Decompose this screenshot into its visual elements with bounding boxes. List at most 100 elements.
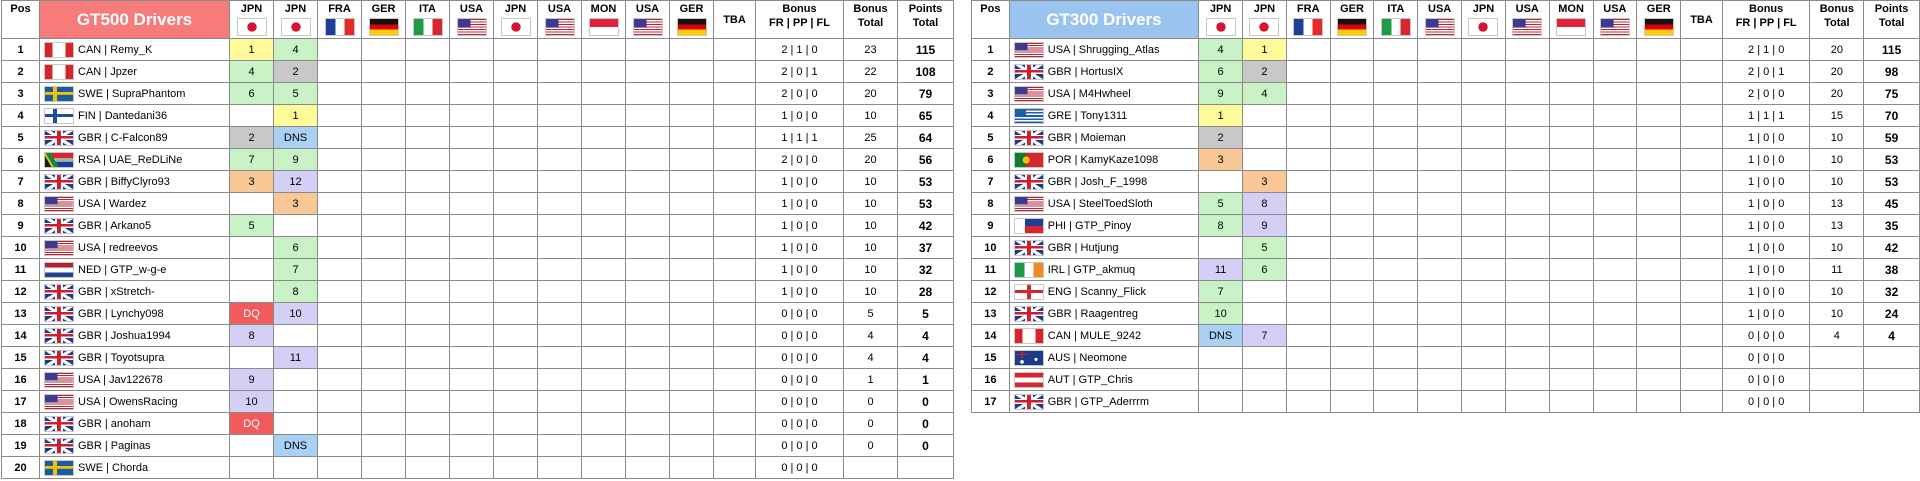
race-result-cell — [317, 324, 362, 347]
race-header-label: GER — [371, 3, 396, 15]
race-result-cell — [361, 170, 406, 193]
table-row: 13 GBR | Raagentreg 10 1 | 0 | 0 10 24 — [971, 302, 1920, 325]
tba-cell — [713, 390, 756, 413]
driver-cell: GBR | GTP_Aderrrm — [1008, 390, 1200, 413]
bonus-cell: 1 | 0 | 0 — [755, 192, 844, 215]
race-result-cell — [537, 126, 582, 149]
position-cell: 20 — [1, 456, 40, 479]
driver-cell: IRL | GTP_akmuq — [1008, 258, 1200, 281]
race-result-cell: 10 — [229, 390, 274, 413]
tba-cell — [713, 126, 756, 149]
tba-cell — [1680, 346, 1723, 369]
race-result-cell — [449, 412, 494, 435]
eng-flag-icon — [1013, 283, 1044, 300]
bonus-total-cell — [1809, 368, 1865, 391]
gbr-flag-icon — [44, 415, 74, 432]
race-result-cell: 4 — [1198, 38, 1243, 61]
driver-name: USA | Shrugging_Atlas — [1047, 43, 1160, 56]
race-result-cell: 8 — [273, 280, 318, 303]
position-cell: 11 — [971, 258, 1010, 281]
position-cell: 13 — [1, 302, 40, 325]
aus-flag-icon — [1013, 349, 1044, 366]
race-result-cell — [317, 236, 362, 259]
race-result-cell — [449, 104, 494, 127]
race-result-cell — [361, 324, 406, 347]
race-header-label: FRA — [1296, 3, 1320, 15]
tba-cell — [713, 258, 756, 281]
points-total-cell — [897, 456, 954, 479]
race-result-cell — [317, 214, 362, 237]
bonus-total-cell: 20 — [1809, 60, 1865, 83]
driver-name: CAN | Jpzer — [78, 65, 138, 78]
tba-cell — [713, 82, 756, 105]
tba-cell — [1680, 258, 1723, 281]
race-result-cell — [1504, 368, 1550, 391]
race-result-cell — [1373, 236, 1419, 259]
bonus-cell: 0 | 0 | 0 — [1721, 368, 1811, 391]
race-result-cell — [1373, 170, 1419, 193]
race-result-cell — [1504, 258, 1550, 281]
race-result-cell — [1329, 126, 1375, 149]
race-result-cell — [1548, 192, 1594, 215]
race-result-cell — [1285, 104, 1331, 127]
race-result-cell — [1461, 346, 1506, 369]
race-result-cell — [1373, 214, 1419, 237]
race-result-cell — [537, 82, 582, 105]
race-result-cell — [581, 192, 626, 215]
tba-cell — [1680, 368, 1723, 391]
race-result-cell — [625, 236, 670, 259]
position-cell: 2 — [971, 60, 1010, 83]
driver-name: POR | KamyKaze1098 — [1047, 153, 1159, 166]
race-result-cell: 6 — [1198, 60, 1243, 83]
tba-cell — [713, 456, 756, 479]
race-result-cell: DQ — [229, 302, 274, 325]
points-total-cell: 53 — [1863, 148, 1920, 171]
bonus-total-cell — [1809, 390, 1865, 413]
table-row: 2 CAN | Jpzer 4 2 2 | 0 | 1 22 108 — [1, 60, 954, 83]
driver-cell: GBR | anoham — [39, 412, 230, 435]
rsa-flag-icon — [44, 151, 74, 168]
race-result-cell — [1461, 60, 1506, 83]
race-result-cell — [361, 192, 406, 215]
race-result-cell — [1636, 258, 1682, 281]
bonus-total-cell — [1809, 346, 1865, 369]
race-result-cell — [449, 148, 494, 171]
race-result-cell: 5 — [273, 82, 318, 105]
race-result-cell — [669, 38, 714, 61]
jpn-flag-icon — [236, 18, 267, 36]
race-result-cell — [669, 170, 714, 193]
race-result-cell — [1198, 236, 1243, 259]
race-result-cell — [229, 236, 274, 259]
race-result-cell — [1373, 104, 1419, 127]
race-result-cell — [273, 456, 318, 479]
driver-cell: GRE | Tony1311 — [1008, 104, 1200, 127]
race-result-cell — [1417, 38, 1463, 61]
race-result-cell — [361, 82, 406, 105]
pos-header: Pos — [1, 0, 40, 39]
race-result-cell — [1461, 324, 1506, 347]
race-result-cell — [1548, 390, 1594, 413]
race-result-cell — [493, 236, 538, 259]
race-result-cell — [449, 170, 494, 193]
bonus-cell: 2 | 0 | 0 — [755, 148, 844, 171]
race-result-cell — [669, 192, 714, 215]
driver-cell: GBR | Joshua1994 — [39, 324, 230, 347]
bonus-cell: 0 | 0 | 0 — [755, 324, 844, 347]
bonus-total-cell: 23 — [843, 38, 898, 61]
race-header-7: JPN — [1461, 0, 1506, 39]
race-result-cell — [1285, 170, 1331, 193]
driver-name: AUS | Neomone — [1047, 351, 1128, 364]
bonus-cell: 0 | 0 | 0 — [755, 346, 844, 369]
tba-cell — [713, 192, 756, 215]
race-result-cell — [1329, 236, 1375, 259]
table-row: 1 CAN | Remy_K 1 4 2 | 1 | 0 23 115 — [1, 38, 954, 61]
race-result-cell — [1242, 280, 1287, 303]
tba-cell — [713, 324, 756, 347]
position-cell: 14 — [1, 324, 40, 347]
position-cell: 3 — [971, 82, 1010, 105]
position-cell: 2 — [1, 60, 40, 83]
can-flag-icon — [44, 63, 74, 80]
race-result-cell: 3 — [1242, 170, 1287, 193]
bonus-cell: 1 | 0 | 0 — [1721, 170, 1811, 193]
driver-name: RSA | UAE_ReDLiNe — [78, 153, 183, 166]
